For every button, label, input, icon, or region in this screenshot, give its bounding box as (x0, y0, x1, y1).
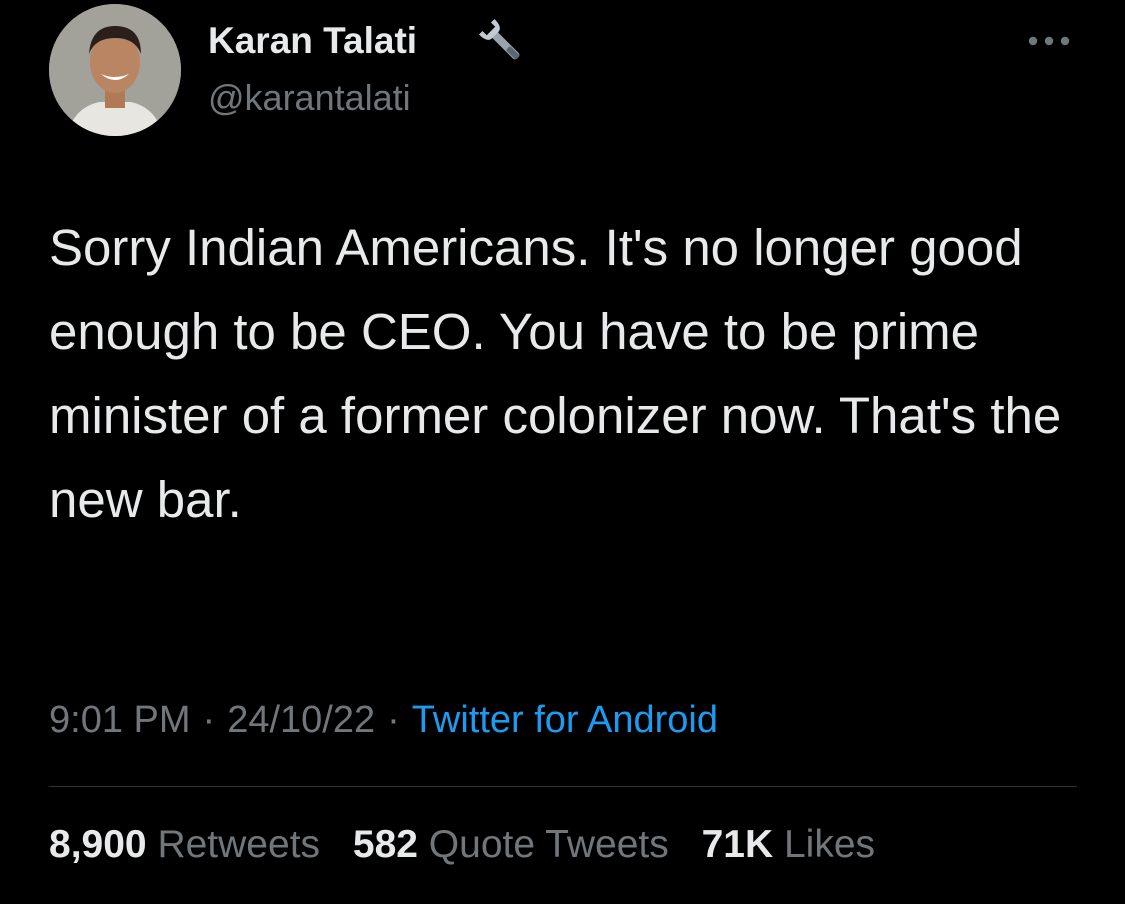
avatar-photo (49, 4, 181, 136)
meta-separator: · (387, 699, 400, 741)
quote-tweets-count: 582 (352, 823, 418, 866)
retweets-count: 8,900 (49, 823, 147, 866)
tweet-meta: 9:01 PM · 24/10/22 · Twitter for Android (49, 699, 718, 742)
retweets-stat[interactable]: 8,900 Retweets (49, 823, 320, 866)
wrench-icon (478, 18, 520, 60)
tweet-time[interactable]: 9:01 PM (49, 699, 191, 741)
likes-label: Likes (783, 823, 876, 866)
handle[interactable]: @karantalati (208, 77, 411, 119)
tweet-text: Sorry Indian Americans. It's no longer g… (49, 219, 1062, 528)
likes-stat[interactable]: 71K Likes (702, 823, 875, 866)
quote-tweets-label: Quote Tweets (428, 823, 669, 866)
tweet-date[interactable]: 24/10/22 (227, 699, 375, 741)
meta-separator: · (202, 699, 216, 741)
display-name[interactable]: Karan Talati (208, 20, 417, 62)
more-dots-icon[interactable] (1024, 26, 1074, 56)
divider (49, 786, 1077, 787)
tweet-stats: 8,900 Retweets 582 Quote Tweets 71K Like… (49, 823, 897, 867)
quote-tweets-stat[interactable]: 582 Quote Tweets (353, 823, 669, 866)
likes-count: 71K (701, 823, 774, 866)
tweet-source-link[interactable]: Twitter for Android (412, 699, 718, 741)
avatar[interactable] (49, 4, 181, 136)
tweet: Karan Talati @karantalati Sorry Indian A… (0, 0, 1125, 904)
retweets-label: Retweets (157, 823, 321, 866)
